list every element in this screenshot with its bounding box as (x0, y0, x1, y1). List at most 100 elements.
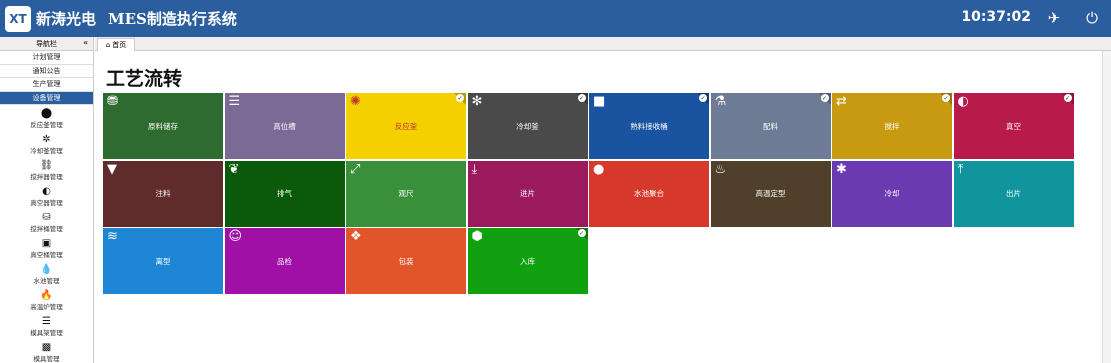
process-tile[interactable]: ✱ 冷却 (832, 160, 952, 227)
process-tile[interactable]: ◐ ✓ 真空 (953, 93, 1074, 159)
tile-label: 包装 (398, 256, 414, 266)
snowflake-icon: ✲ (42, 133, 51, 145)
check-icon: ✓ (942, 94, 950, 102)
tile-label: 观尺 (398, 189, 414, 198)
process-tile[interactable]: ■ ✓ 熟料接收桶 (589, 93, 709, 159)
tile-label: 入库 (520, 256, 535, 266)
sidebar-item-label: 搅拌器管理 (30, 172, 63, 181)
company-logo: XT (5, 5, 31, 32)
page-title: 工艺流转 (106, 68, 183, 90)
process-tile[interactable]: ⤢ 观尺 (346, 160, 466, 227)
sidebar-title: 导航栏 (36, 39, 57, 48)
flask-icon: ⚗ (714, 94, 727, 109)
airplane-icon[interactable]: ✈ (1043, 7, 1065, 29)
sidebar-category[interactable]: 计划管理 (0, 51, 93, 65)
tile-label: 高温定型 (755, 189, 786, 198)
fire-icon: ♨ (714, 161, 727, 177)
sidebar-item-label: 模具架管理 (30, 328, 63, 337)
process-tile[interactable]: ❦ 排气 (224, 160, 345, 227)
upload-icon: ⤒ (957, 161, 964, 177)
stack-icon: ≋ (107, 229, 118, 244)
sidebar-item-label: 真空桶管理 (30, 250, 63, 259)
process-tile[interactable]: ☺ 品检 (224, 228, 345, 294)
sidebar-header: 导航栏 « (0, 37, 93, 51)
top-bar: XT 新涛光电 MES制造执行系统 10:37:02 ✈ ⏻ (0, 0, 1111, 37)
process-tile[interactable]: ⇄ ✓ 搅拌 (832, 93, 952, 159)
link-icon: ⛓ (40, 159, 53, 171)
process-tile[interactable]: ⤓ 进片 (467, 160, 588, 227)
process-tile[interactable]: ☰ 高位槽 (224, 93, 345, 159)
collapse-icon[interactable]: « (83, 38, 88, 47)
tile-label: 高位槽 (273, 121, 296, 131)
vertical-scrollbar[interactable] (1102, 51, 1111, 363)
tab-home[interactable]: ⌂ 首页 (97, 38, 135, 51)
sidebar-item[interactable]: ✲ 冷却釜管理 (0, 131, 93, 157)
drop-icon: 💧 (40, 263, 53, 275)
sidebar-item[interactable]: ⛁ 搅拌桶管理 (0, 209, 93, 235)
expand-icon: ⤢ (350, 161, 361, 177)
sidebar-item[interactable]: 💧 水池管理 (0, 261, 93, 287)
sidebar-item[interactable]: ☰ 模具架管理 (0, 313, 93, 339)
check-icon: ✓ (577, 229, 586, 237)
tile-label: 注料 (155, 189, 171, 198)
tile-label: 原料储存 (148, 121, 178, 131)
sidebar-item-label: 搅拌桶管理 (30, 224, 63, 233)
check-icon: ✓ (820, 94, 829, 102)
retweet-icon: ⇄ (836, 94, 847, 109)
sidebar-item[interactable]: ◐ 真空器管理 (0, 183, 93, 209)
sidebar-item-label: 模具管理 (33, 354, 60, 363)
cubes-icon: ⬢ (471, 229, 483, 244)
process-tile[interactable]: ⚗ ✓ 配料 (710, 93, 831, 159)
tab-bar: ⌂ 首页 (95, 37, 1111, 51)
process-tile[interactable]: ⛃ 原料储存 (103, 93, 223, 159)
drop-icon: ● (593, 161, 605, 177)
tile-label: 反应釜 (394, 121, 418, 131)
contrast-icon: ◐ (42, 185, 51, 197)
sidebar-category[interactable]: 设备管理 (0, 91, 93, 105)
tile-label: 排气 (277, 189, 292, 198)
sidebar-category[interactable]: 通知公告 (0, 65, 93, 78)
filter-icon: ▼ (107, 161, 117, 177)
process-tile[interactable]: ♨ 高温定型 (710, 160, 831, 227)
check-icon: ✓ (577, 94, 586, 102)
barrel-icon: ▣ (41, 237, 52, 249)
contrast-icon: ◐ (957, 94, 969, 109)
home-icon: ⌂ (105, 41, 111, 49)
sidebar-item[interactable]: ▩ 模具管理 (0, 339, 93, 363)
tile-label: 离型 (155, 256, 171, 266)
sun-icon: ✺ (350, 94, 361, 109)
tile-label: 真空 (1006, 121, 1021, 131)
spinner-icon: ✻ (471, 94, 483, 109)
process-tile[interactable]: ✻ ✓ 冷却釜 (467, 93, 588, 159)
asterisk-icon: ✱ (836, 161, 847, 177)
bucket-icon: ⛁ (42, 211, 51, 223)
sidebar-item-label: 真空器管理 (30, 198, 63, 207)
sidebar-item[interactable]: ▣ 真空桶管理 (0, 235, 93, 261)
sidebar-item[interactable]: ⬤ 反应釜管理 (0, 105, 93, 131)
dropbox-icon: ❖ (350, 229, 362, 244)
tile-label: 冷却 (884, 189, 900, 198)
process-tile-grid: ⛃ 原料储存 ☰ 高位槽 ✺ ✓ 反应釜 ✻ ✓ 冷却釜 ■ ✓ 熟料接收桶 ⚗ ✓ 配料 ⇄ ✓ 搅拌 ◐ ✓ 真空 ▼ 注… (103, 93, 1074, 294)
process-tile[interactable]: ⬢ ✓ 入库 (467, 228, 588, 294)
sidebar: 导航栏 « 计划管理 通知公告 生产管理 设备管理 ⬤ 反应釜管理 ✲ 冷却釜管理 ⛓ 搅拌器管… (0, 37, 94, 363)
tile-label: 品检 (277, 256, 292, 266)
check-icon: ✓ (1063, 94, 1072, 102)
sidebar-item[interactable]: ⛓ 搅拌器管理 (0, 157, 93, 183)
download-icon: ⤓ (471, 161, 478, 177)
list-icon: ☰ (228, 94, 241, 109)
process-tile[interactable]: ❖ 包装 (346, 228, 466, 294)
pin-icon: ⬤ (40, 107, 53, 119)
tile-label: 熟料接收桶 (630, 121, 668, 131)
tile-label: 冷却釜 (516, 121, 539, 131)
sidebar-item[interactable]: 🔥 高温炉管理 (0, 287, 93, 313)
clock: 10:37:02 (961, 9, 1031, 25)
tile-label: 水池聚合 (634, 189, 664, 198)
power-icon[interactable]: ⏻ (1081, 7, 1103, 29)
process-tile[interactable]: ✺ ✓ 反应釜 (346, 93, 466, 159)
brand-name: 新涛光电 (36, 10, 97, 28)
process-tile[interactable]: ⤒ 出片 (953, 160, 1074, 227)
process-tile[interactable]: ▼ 注料 (103, 160, 223, 227)
process-tile[interactable]: ≋ 离型 (103, 228, 223, 294)
process-tile[interactable]: ● 水池聚合 (589, 160, 709, 227)
sidebar-category[interactable]: 生产管理 (0, 78, 93, 92)
